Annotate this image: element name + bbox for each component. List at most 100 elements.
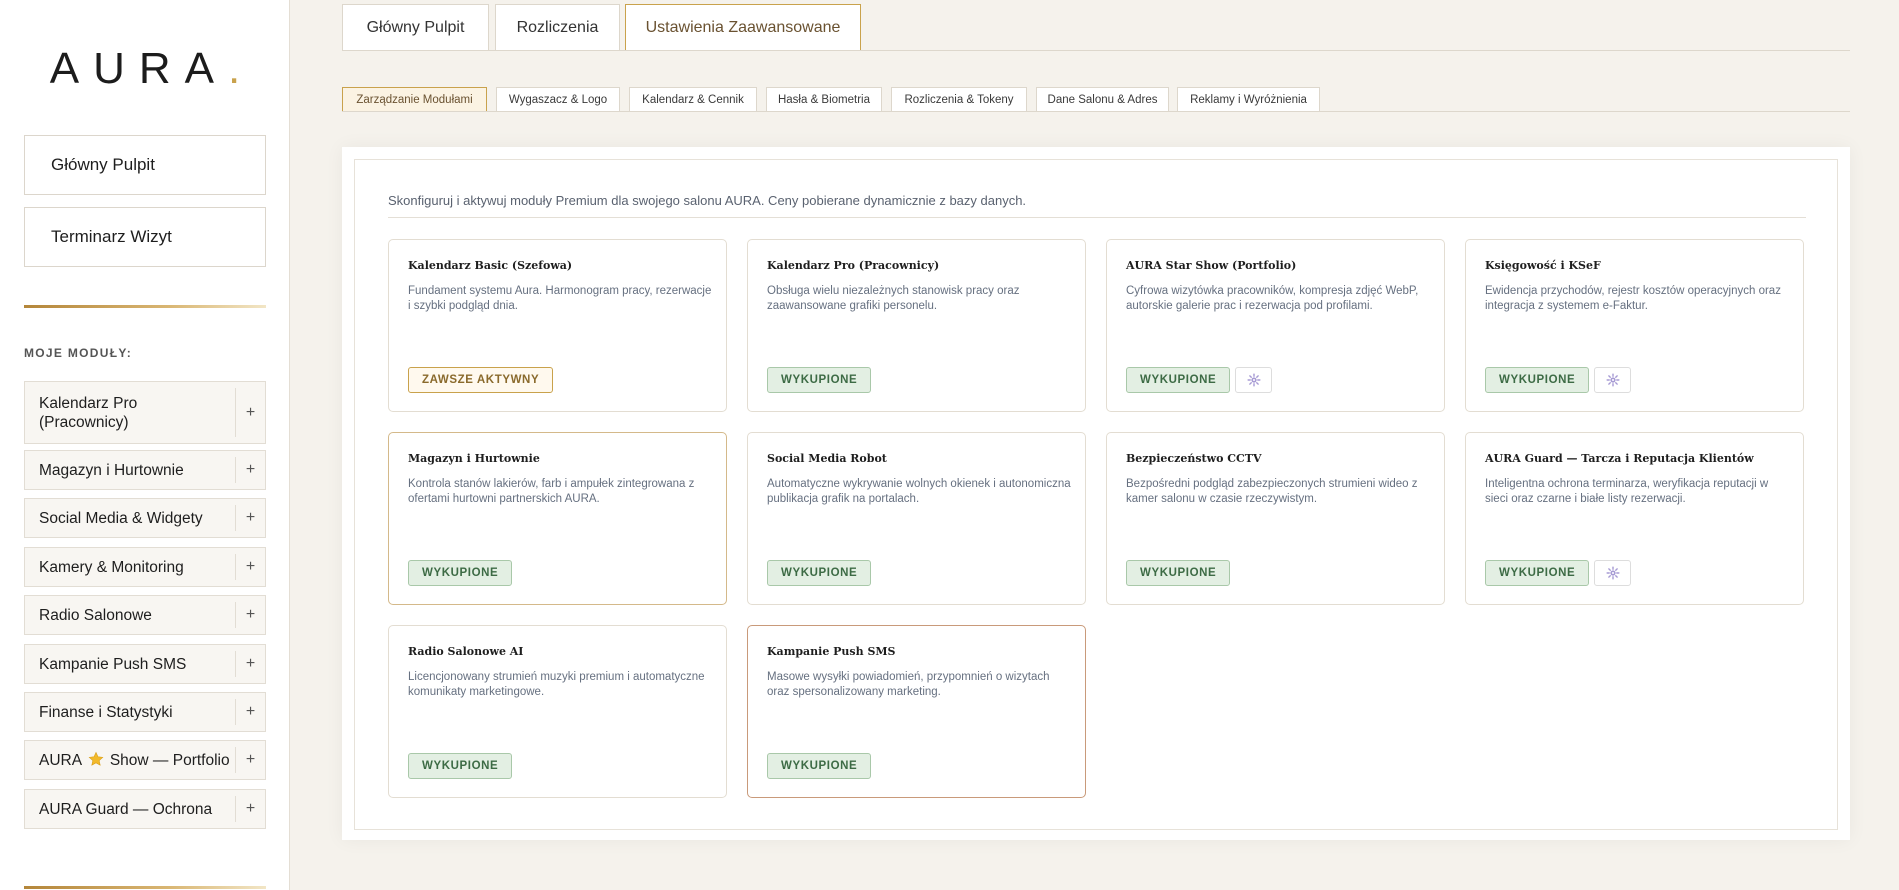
sidebar-main-dashboard-label: Główny Pulpit: [51, 155, 155, 174]
subtab-wygaszacz-logo[interactable]: Wygaszacz & Logo: [496, 87, 620, 112]
sidebar-module-star-show[interactable]: AURA Show — Portfolio +: [24, 740, 266, 780]
status-badge-purchased[interactable]: WYKUPIONE: [1485, 560, 1590, 586]
modules-panel-inner: Skonfiguruj i aktywuj moduły Premium dla…: [354, 159, 1838, 830]
settings-gear-button[interactable]: [1235, 367, 1272, 393]
card-title: AURA Guard — Tarcza i Reputacja Klientów: [1485, 452, 1754, 465]
sidebar-module-guard[interactable]: AURA Guard — Ochrona +: [24, 789, 266, 829]
status-badge-purchased[interactable]: WYKUPIONE: [408, 560, 513, 586]
module-label: Social Media & Widgety: [39, 509, 203, 527]
module-label: Kamery & Monitoring: [39, 558, 184, 576]
subtab-label: Hasła & Biometria: [777, 93, 871, 106]
module-card-star-show: AURA Star Show (Portfolio) Cyfrowa wizyt…: [1106, 239, 1445, 412]
star-icon: [88, 751, 103, 766]
expand-plus-icon[interactable]: +: [235, 699, 265, 725]
subtab-dane-salonu[interactable]: Dane Salonu & Adres: [1036, 87, 1169, 112]
module-card-cctv: Bezpieczeństwo CCTV Bezpośredni podgląd …: [1106, 432, 1445, 605]
subtab-label: Zarządzanie Modułami: [356, 93, 473, 106]
card-description: Automatyczne wykrywanie wolnych okienek …: [767, 478, 1071, 505]
gold-divider-bottom: [24, 886, 266, 889]
card-description: Fundament systemu Aura. Harmonogram prac…: [408, 285, 712, 312]
card-title: AURA Star Show (Portfolio): [1126, 259, 1297, 272]
module-label: Magazyn i Hurtownie: [39, 461, 184, 479]
module-card-push-sms: Kampanie Push SMS Masowe wysyłki powiado…: [747, 625, 1086, 798]
tab-ustawienia-zaawansowane[interactable]: Ustawienia Zaawansowane: [625, 4, 861, 51]
expand-plus-icon[interactable]: +: [235, 505, 265, 531]
tab-label: Główny Pulpit: [366, 18, 465, 36]
subtab-label: Reklamy i Wyróżnienia: [1190, 93, 1307, 106]
card-description: Obsługa wielu niezależnych stanowisk pra…: [767, 285, 1020, 312]
aura-logo[interactable]: AURA.: [0, 44, 290, 94]
expand-plus-icon[interactable]: +: [235, 602, 265, 628]
module-label-suffix: Show — Portfolio: [109, 751, 230, 769]
sidebar-module-social-media[interactable]: Social Media & Widgety +: [24, 498, 266, 538]
sidebar-module-radio[interactable]: Radio Salonowe +: [24, 595, 266, 635]
gear-icon: [1605, 566, 1620, 580]
gear-icon: [1246, 373, 1261, 387]
modules-panel: Skonfiguruj i aktywuj moduły Premium dla…: [342, 147, 1850, 840]
card-title: Kampanie Push SMS: [767, 645, 896, 658]
module-label-prefix: AURA: [39, 751, 82, 769]
subtab-rozliczenia-tokeny[interactable]: Rozliczenia & Tokeny: [891, 87, 1027, 112]
status-badge-purchased[interactable]: WYKUPIONE: [1126, 367, 1231, 393]
tab-glowny-pulpit[interactable]: Główny Pulpit: [342, 4, 489, 51]
subtab-label: Kalendarz & Cennik: [642, 93, 744, 106]
sub-tabs-divider: [342, 111, 1850, 112]
card-title: Bezpieczeństwo CCTV: [1126, 452, 1262, 465]
card-description: Ewidencja przychodów, rejestr kosztów op…: [1485, 285, 1781, 312]
sidebar-main-dashboard-button[interactable]: Główny Pulpit: [24, 135, 266, 195]
subtab-zarzadzanie-modulami[interactable]: Zarządzanie Modułami: [342, 87, 487, 112]
module-card-ksiegowosc: Księgowość i KSeF Ewidencja przychodów, …: [1465, 239, 1804, 412]
panel-intro-divider: [388, 217, 1806, 218]
module-card-kalendarz-basic: Kalendarz Basic (Szefowa) Fundament syst…: [388, 239, 727, 412]
modules-section-label: MOJE MODUŁY:: [24, 346, 133, 360]
subtab-reklamy-wyroznienia[interactable]: Reklamy i Wyróżnienia: [1177, 87, 1320, 112]
gear-icon: [1605, 373, 1620, 387]
status-badge-always-active[interactable]: ZAWSZE AKTYWNY: [408, 367, 554, 393]
subtab-hasla-biometria[interactable]: Hasła & Biometria: [766, 87, 882, 112]
sidebar-module-kampanie-sms[interactable]: Kampanie Push SMS +: [24, 644, 266, 684]
module-card-kalendarz-pro: Kalendarz Pro (Pracownicy) Obsługa wielu…: [747, 239, 1086, 412]
logo-dot: .: [228, 44, 241, 93]
gold-divider: [24, 305, 266, 308]
status-badge-purchased[interactable]: WYKUPIONE: [767, 753, 872, 779]
status-badge-purchased[interactable]: WYKUPIONE: [767, 560, 872, 586]
module-label: Kampanie Push SMS: [39, 655, 187, 673]
expand-plus-icon[interactable]: +: [235, 796, 265, 822]
card-title: Magazyn i Hurtownie: [408, 452, 540, 465]
card-title: Kalendarz Basic (Szefowa): [408, 259, 573, 272]
top-tabs-divider: [342, 50, 1850, 51]
status-badge-purchased[interactable]: WYKUPIONE: [1126, 560, 1231, 586]
module-label: Radio Salonowe: [39, 606, 152, 624]
module-card-social-media-robot: Social Media Robot Automatyczne wykrywan…: [747, 432, 1086, 605]
module-card-radio: Radio Salonowe AI Licencjonowany strumie…: [388, 625, 727, 798]
status-badge-purchased[interactable]: WYKUPIONE: [1485, 367, 1590, 393]
module-label: Kalendarz Pro (Pracownicy): [39, 394, 138, 431]
sidebar-module-kamery[interactable]: Kamery & Monitoring +: [24, 547, 266, 587]
panel-intro-text: Skonfiguruj i aktywuj moduły Premium dla…: [388, 193, 1027, 208]
card-title: Radio Salonowe AI: [408, 645, 524, 658]
card-description: Bezpośredni podgląd zabezpieczonych stru…: [1126, 478, 1418, 505]
card-title: Księgowość i KSeF: [1485, 259, 1601, 272]
subtab-label: Wygaszacz & Logo: [508, 93, 608, 106]
expand-plus-icon[interactable]: +: [235, 388, 265, 437]
sidebar-module-magazyn[interactable]: Magazyn i Hurtownie +: [24, 450, 266, 490]
expand-plus-icon[interactable]: +: [235, 651, 265, 677]
subtab-kalendarz-cennik[interactable]: Kalendarz & Cennik: [629, 87, 757, 112]
status-badge-purchased[interactable]: WYKUPIONE: [408, 753, 513, 779]
subtab-label: Rozliczenia & Tokeny: [904, 93, 1014, 106]
card-description: Masowe wysyłki powiadomień, przypomnień …: [767, 671, 1050, 698]
card-description: Licencjonowany strumień muzyki premium i…: [408, 671, 705, 698]
status-badge-purchased[interactable]: WYKUPIONE: [767, 367, 872, 393]
sidebar: AURA. Główny Pulpit Terminarz Wizyt MOJE…: [0, 0, 290, 890]
settings-gear-button[interactable]: [1594, 560, 1631, 586]
sidebar-schedule-button[interactable]: Terminarz Wizyt: [24, 207, 266, 267]
sidebar-module-kalendarz-pro[interactable]: Kalendarz Pro (Pracownicy) +: [24, 381, 266, 444]
expand-plus-icon[interactable]: +: [235, 457, 265, 483]
sidebar-module-finanse[interactable]: Finanse i Statystyki +: [24, 692, 266, 732]
settings-gear-button[interactable]: [1594, 367, 1631, 393]
tab-rozliczenia[interactable]: Rozliczenia: [495, 4, 620, 51]
subtab-label: Dane Salonu & Adres: [1047, 93, 1158, 106]
expand-plus-icon[interactable]: +: [235, 747, 265, 773]
expand-plus-icon[interactable]: +: [235, 554, 265, 580]
card-title: Kalendarz Pro (Pracownicy): [767, 259, 940, 272]
